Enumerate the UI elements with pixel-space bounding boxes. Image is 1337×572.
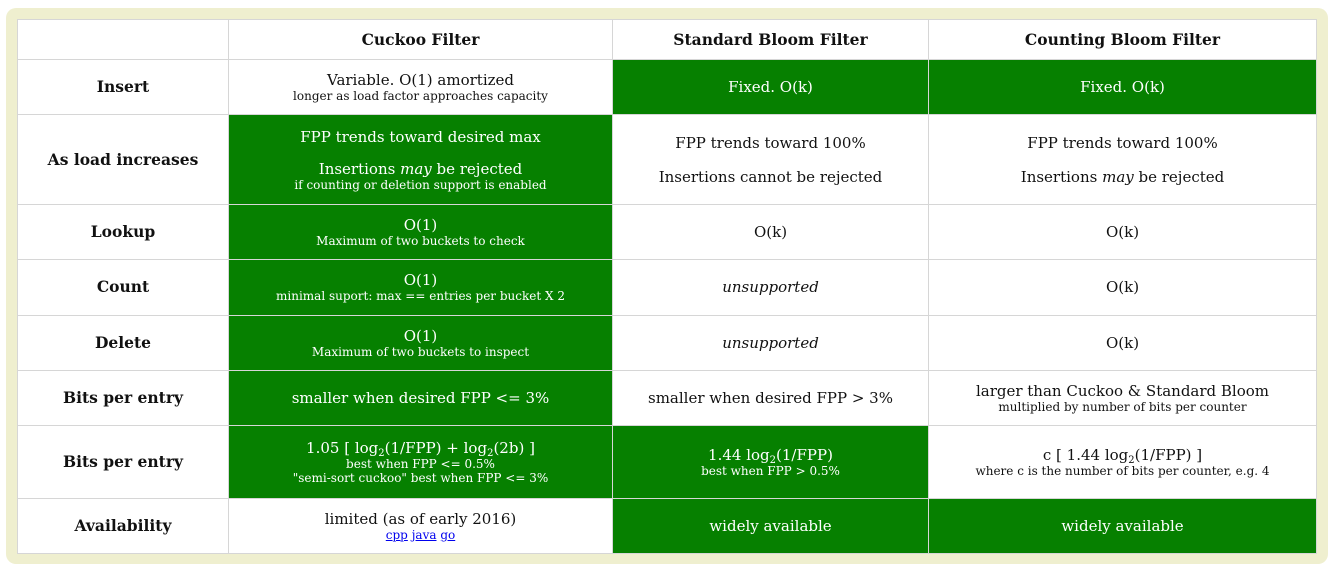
bits2-cuckoo-note2: "semi-sort cuckoo" best when FPP <= 3% bbox=[292, 470, 549, 485]
delete-cuckoo-note: Maximum of two buckets to inspect bbox=[311, 344, 530, 359]
table-row: Count O(1) minimal suport: max == entrie… bbox=[17, 259, 1317, 316]
row-label-availability: Availability bbox=[17, 497, 229, 555]
cell-delete-cuckoo: O(1) Maximum of two buckets to inspect bbox=[228, 314, 613, 371]
cell-count-counting: O(k) bbox=[928, 259, 1317, 316]
cell-availability-counting: widely available bbox=[928, 497, 1317, 555]
cell-bits2-counting: c [ 1.44 log2(1/FPP) ] where c is the nu… bbox=[928, 424, 1317, 499]
count-cuckoo-main: O(1) bbox=[403, 271, 438, 290]
bits1-counting-note: multiplied by number of bits per counter bbox=[998, 399, 1247, 414]
row-label-bits-1: Bits per entry bbox=[17, 369, 229, 426]
cell-availability-cuckoo: limited (as of early 2016) cpp java go bbox=[228, 497, 613, 555]
table-row: Delete O(1) Maximum of two buckets to in… bbox=[17, 314, 1317, 371]
cell-delete-standard: unsupported bbox=[612, 314, 929, 371]
lookup-cuckoo-main: O(1) bbox=[403, 216, 438, 235]
header-cuckoo: Cuckoo Filter bbox=[228, 18, 613, 61]
row-label-insert: Insert bbox=[17, 59, 229, 116]
header-corner bbox=[17, 18, 229, 61]
cell-bits1-standard: smaller when desired FPP > 3% bbox=[612, 369, 929, 426]
load-standard-line2: Insertions cannot be rejected bbox=[658, 167, 883, 186]
cell-bits1-counting: larger than Cuckoo & Standard Bloom mult… bbox=[928, 369, 1317, 426]
bits2-cuckoo-note1: best when FPP <= 0.5% bbox=[346, 456, 495, 471]
load-cuckoo-note: if counting or deletion support is enabl… bbox=[294, 177, 547, 192]
availability-cuckoo-main: limited (as of early 2016) bbox=[324, 509, 517, 528]
load-counting-line1: FPP trends toward 100% bbox=[1027, 133, 1218, 152]
bits2-counting-formula: c [ 1.44 log2(1/FPP) ] bbox=[1042, 445, 1203, 466]
table-frame: Cuckoo Filter Standard Bloom Filter Coun… bbox=[6, 8, 1328, 564]
link-go[interactable]: go bbox=[440, 528, 455, 542]
cell-insert-cuckoo: Variable. O(1) amortized longer as load … bbox=[228, 59, 613, 116]
cell-lookup-counting: O(k) bbox=[928, 204, 1317, 261]
load-cuckoo-line2: Insertions may be rejected bbox=[318, 159, 523, 178]
bits2-cuckoo-formula: 1.05 [ log2(1/FPP) + log2(2b) ] bbox=[306, 438, 535, 459]
header-standard-bloom: Standard Bloom Filter bbox=[612, 18, 929, 61]
cell-load-standard: FPP trends toward 100% Insertions cannot… bbox=[612, 114, 929, 206]
header-row: Cuckoo Filter Standard Bloom Filter Coun… bbox=[17, 18, 1317, 61]
load-standard-line1: FPP trends toward 100% bbox=[675, 133, 866, 152]
availability-links: cpp java go bbox=[235, 528, 606, 542]
cell-count-cuckoo: O(1) minimal suport: max == entries per … bbox=[228, 259, 613, 316]
row-label-load: As load increases bbox=[17, 114, 229, 206]
cell-lookup-standard: O(k) bbox=[612, 204, 929, 261]
cell-load-counting: FPP trends toward 100% Insertions may be… bbox=[928, 114, 1317, 206]
row-label-delete: Delete bbox=[17, 314, 229, 371]
cell-delete-counting: O(k) bbox=[928, 314, 1317, 371]
bits1-counting-main: larger than Cuckoo & Standard Bloom bbox=[975, 381, 1270, 400]
comparison-table: Cuckoo Filter Standard Bloom Filter Coun… bbox=[17, 18, 1317, 555]
delete-standard-value: unsupported bbox=[722, 333, 819, 352]
count-cuckoo-note: minimal suport: max == entries per bucke… bbox=[276, 289, 565, 304]
cell-bits2-cuckoo: 1.05 [ log2(1/FPP) + log2(2b) ] best whe… bbox=[228, 424, 613, 499]
table-row: Availability limited (as of early 2016) … bbox=[17, 497, 1317, 555]
table-row: Lookup O(1) Maximum of two buckets to ch… bbox=[17, 204, 1317, 261]
table-row: Bits per entry 1.05 [ log2(1/FPP) + log2… bbox=[17, 424, 1317, 499]
link-java[interactable]: java bbox=[412, 528, 437, 542]
insert-cuckoo-main: Variable. O(1) amortized bbox=[326, 71, 514, 90]
table-row: Bits per entry smaller when desired FPP … bbox=[17, 369, 1317, 426]
bits2-standard-formula: 1.44 log2(1/FPP) bbox=[708, 445, 833, 466]
link-cpp[interactable]: cpp bbox=[386, 528, 408, 542]
cell-lookup-cuckoo: O(1) Maximum of two buckets to check bbox=[228, 204, 613, 261]
header-counting-bloom: Counting Bloom Filter bbox=[928, 18, 1317, 61]
row-label-count: Count bbox=[17, 259, 229, 316]
count-standard-value: unsupported bbox=[722, 278, 819, 297]
cell-load-cuckoo: FPP trends toward desired max Insertions… bbox=[228, 114, 613, 206]
table-row: As load increases FPP trends toward desi… bbox=[17, 114, 1317, 206]
delete-cuckoo-main: O(1) bbox=[403, 326, 438, 345]
cell-insert-standard: Fixed. O(k) bbox=[612, 59, 929, 116]
row-label-bits-2: Bits per entry bbox=[17, 424, 229, 499]
row-label-lookup: Lookup bbox=[17, 204, 229, 261]
cell-insert-counting: Fixed. O(k) bbox=[928, 59, 1317, 116]
bits2-counting-note: where c is the number of bits per counte… bbox=[975, 463, 1270, 478]
lookup-cuckoo-note: Maximum of two buckets to check bbox=[316, 234, 525, 249]
cell-count-standard: unsupported bbox=[612, 259, 929, 316]
cell-availability-standard: widely available bbox=[612, 497, 929, 555]
cell-bits2-standard: 1.44 log2(1/FPP) best when FPP > 0.5% bbox=[612, 424, 929, 499]
load-cuckoo-line1: FPP trends toward desired max bbox=[300, 127, 541, 146]
load-counting-line2: Insertions may be rejected bbox=[1020, 167, 1225, 186]
cell-bits1-cuckoo: smaller when desired FPP <= 3% bbox=[228, 369, 613, 426]
table-row: Insert Variable. O(1) amortized longer a… bbox=[17, 59, 1317, 116]
insert-cuckoo-note: longer as load factor approaches capacit… bbox=[293, 89, 548, 104]
bits2-standard-note: best when FPP > 0.5% bbox=[701, 463, 840, 478]
